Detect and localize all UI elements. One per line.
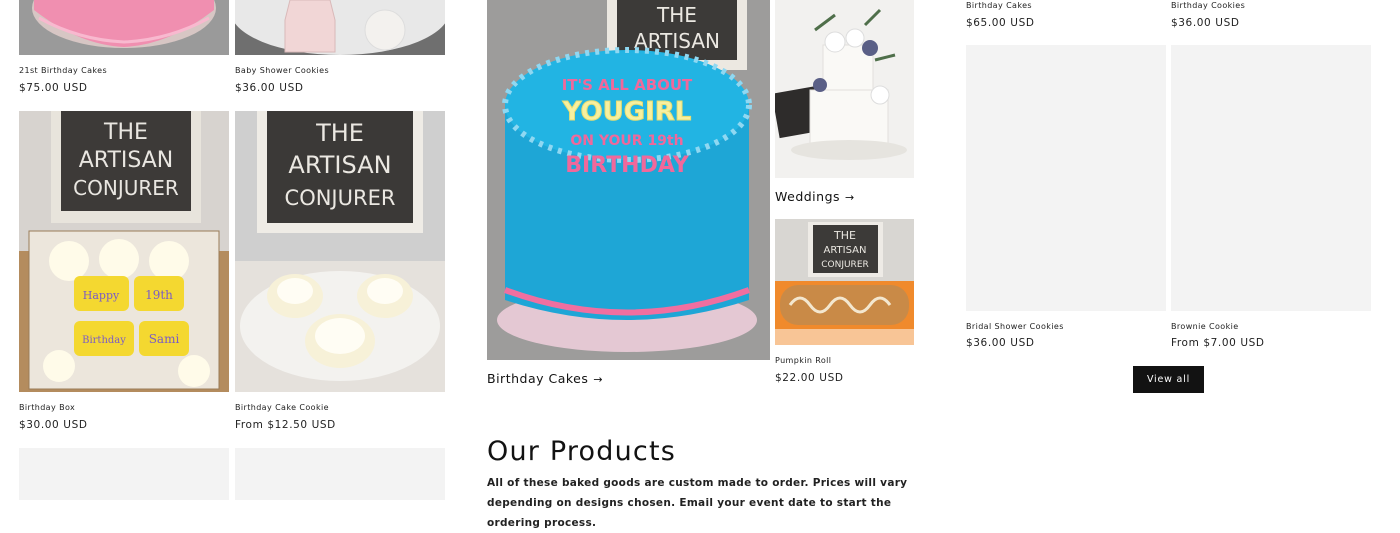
collection-label: Birthday Cakes (487, 371, 589, 386)
section-description: All of these baked goods are custom made… (487, 477, 908, 529)
product-image-birthday-box[interactable]: THE ARTISAN CONJURER Happy 19th Birthday… (19, 111, 229, 392)
board-line-1: THE (315, 119, 364, 147)
board-line-2: ARTISAN (824, 245, 867, 256)
cookie-text-birthday: Birthday (82, 335, 126, 346)
product-title[interactable]: Pumpkin Roll (775, 356, 831, 365)
product-price: $36.00 USD (1171, 17, 1240, 29)
product-price: $30.00 USD (19, 419, 88, 431)
collection-image-weddings[interactable] (775, 0, 914, 178)
onesie-cookie-illustration (235, 0, 445, 55)
cake-message-line-3: ON YOUR 19th (570, 133, 683, 149)
product-image-placeholder[interactable] (19, 448, 229, 500)
product-price: $36.00 USD (235, 82, 304, 94)
cookie-text-happy: Happy (83, 289, 120, 302)
product-price: $65.00 USD (966, 17, 1035, 29)
view-all-button[interactable]: View all (1133, 366, 1204, 393)
board-line-3: CONJURER (821, 260, 869, 270)
board-line-3: CONJURER (285, 186, 396, 210)
pumpkin-roll-illustration: THE ARTISAN CONJURER (775, 219, 914, 345)
product-title[interactable]: 21st Birthday Cakes (19, 66, 107, 75)
collection-link-birthday-cakes[interactable]: Birthday Cakes → (487, 371, 603, 386)
product-image-21st-birthday-cakes[interactable] (19, 0, 229, 55)
arrow-right-icon: → (593, 373, 604, 386)
product-price: $36.00 USD (966, 337, 1035, 349)
product-title[interactable]: Birthday Box (19, 403, 75, 412)
product-image-bridal-shower-cookies[interactable] (966, 45, 1166, 311)
cake-message-line-4: BIRTHDAY (565, 153, 690, 178)
pink-cake-illustration (19, 0, 229, 55)
cookie-text-name: Sami (149, 332, 180, 346)
cookie-text-age: 19th (145, 288, 173, 302)
product-image-placeholder[interactable] (235, 448, 445, 500)
cake-message-line-2: YOUGIRL (562, 97, 692, 127)
arrow-right-icon: → (845, 191, 855, 204)
board-line-1: THE (833, 229, 856, 242)
collection-label: Weddings (775, 189, 841, 204)
product-image-brownie-cookie[interactable] (1171, 45, 1371, 311)
collection-image-birthday-cakes[interactable]: THE ARTISAN IT'S ALL ABOUT YOUGIRL ON YO… (487, 0, 770, 360)
wedding-cake-illustration (775, 0, 914, 178)
board-line-3: CONJURER (73, 176, 179, 200)
board-line-1: THE (656, 3, 697, 27)
product-price: From $7.00 USD (1171, 337, 1265, 349)
blue-cake-illustration: THE ARTISAN IT'S ALL ABOUT YOUGIRL ON YO… (487, 0, 770, 360)
product-title[interactable]: Brownie Cookie (1171, 322, 1239, 331)
product-price: $75.00 USD (19, 82, 88, 94)
board-line-2: ARTISAN (288, 151, 391, 179)
board-line-1: THE (103, 120, 148, 145)
product-price: $22.00 USD (775, 372, 844, 384)
product-title[interactable]: Bridal Shower Cookies (966, 322, 1064, 331)
product-title[interactable]: Baby Shower Cookies (235, 66, 329, 75)
cake-cookie-illustration: THE ARTISAN CONJURER (235, 111, 445, 392)
product-image-baby-shower-cookies[interactable] (235, 0, 445, 55)
product-image-pumpkin-roll[interactable]: THE ARTISAN CONJURER (775, 219, 914, 345)
birthday-box-illustration: THE ARTISAN CONJURER Happy 19th Birthday… (19, 111, 229, 392)
product-image-birthday-cake-cookie[interactable]: THE ARTISAN CONJURER (235, 111, 445, 392)
section-heading: Our Products (487, 436, 677, 467)
product-title[interactable]: Birthday Cakes (966, 1, 1032, 10)
board-line-2: ARTISAN (79, 148, 174, 173)
collection-link-weddings[interactable]: Weddings → (775, 189, 855, 204)
product-title[interactable]: Birthday Cake Cookie (235, 403, 329, 412)
product-price: From $12.50 USD (235, 419, 336, 431)
product-title[interactable]: Birthday Cookies (1171, 1, 1245, 10)
cake-message-line-1: IT'S ALL ABOUT (562, 76, 693, 94)
